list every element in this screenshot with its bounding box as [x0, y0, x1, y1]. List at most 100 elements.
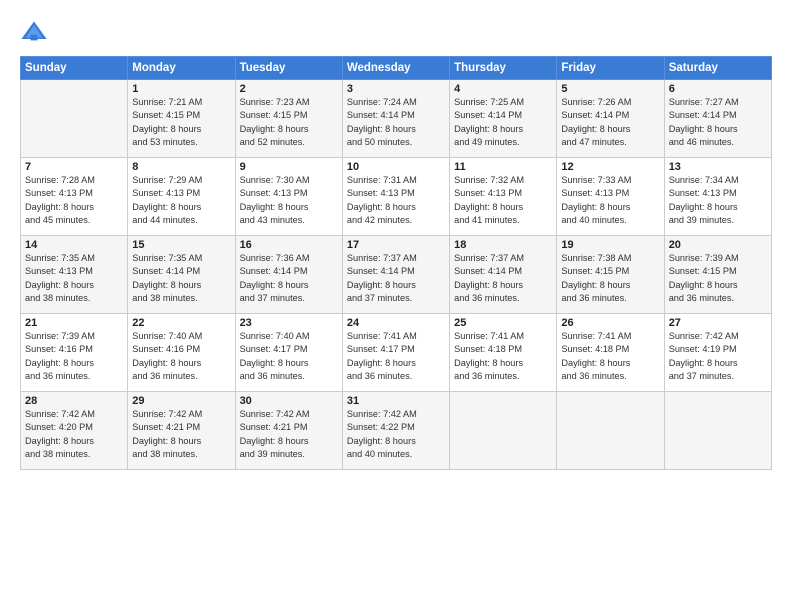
calendar-cell: 10Sunrise: 7:31 AM Sunset: 4:13 PM Dayli…	[342, 158, 449, 236]
calendar-cell: 18Sunrise: 7:37 AM Sunset: 4:14 PM Dayli…	[450, 236, 557, 314]
calendar-cell: 6Sunrise: 7:27 AM Sunset: 4:14 PM Daylig…	[664, 80, 771, 158]
calendar-cell: 31Sunrise: 7:42 AM Sunset: 4:22 PM Dayli…	[342, 392, 449, 470]
day-number: 21	[25, 317, 123, 329]
day-number: 7	[25, 161, 123, 173]
day-number: 24	[347, 317, 445, 329]
weekday-header: Sunday	[21, 57, 128, 80]
day-number: 18	[454, 239, 552, 251]
day-info: Sunrise: 7:40 AM Sunset: 4:17 PM Dayligh…	[240, 330, 338, 383]
day-info: Sunrise: 7:42 AM Sunset: 4:19 PM Dayligh…	[669, 330, 767, 383]
calendar-week-row: 14Sunrise: 7:35 AM Sunset: 4:13 PM Dayli…	[21, 236, 772, 314]
day-info: Sunrise: 7:32 AM Sunset: 4:13 PM Dayligh…	[454, 174, 552, 227]
day-number: 5	[561, 83, 659, 95]
day-info: Sunrise: 7:39 AM Sunset: 4:15 PM Dayligh…	[669, 252, 767, 305]
day-number: 19	[561, 239, 659, 251]
day-info: Sunrise: 7:21 AM Sunset: 4:15 PM Dayligh…	[132, 96, 230, 149]
day-number: 9	[240, 161, 338, 173]
day-info: Sunrise: 7:28 AM Sunset: 4:13 PM Dayligh…	[25, 174, 123, 227]
logo	[20, 18, 52, 46]
day-number: 23	[240, 317, 338, 329]
calendar-cell: 11Sunrise: 7:32 AM Sunset: 4:13 PM Dayli…	[450, 158, 557, 236]
day-info: Sunrise: 7:29 AM Sunset: 4:13 PM Dayligh…	[132, 174, 230, 227]
day-info: Sunrise: 7:40 AM Sunset: 4:16 PM Dayligh…	[132, 330, 230, 383]
day-info: Sunrise: 7:41 AM Sunset: 4:18 PM Dayligh…	[561, 330, 659, 383]
calendar-cell: 22Sunrise: 7:40 AM Sunset: 4:16 PM Dayli…	[128, 314, 235, 392]
calendar-cell: 16Sunrise: 7:36 AM Sunset: 4:14 PM Dayli…	[235, 236, 342, 314]
day-info: Sunrise: 7:30 AM Sunset: 4:13 PM Dayligh…	[240, 174, 338, 227]
weekday-header: Saturday	[664, 57, 771, 80]
calendar-week-row: 7Sunrise: 7:28 AM Sunset: 4:13 PM Daylig…	[21, 158, 772, 236]
day-number: 28	[25, 395, 123, 407]
day-number: 26	[561, 317, 659, 329]
day-number: 25	[454, 317, 552, 329]
calendar-cell: 19Sunrise: 7:38 AM Sunset: 4:15 PM Dayli…	[557, 236, 664, 314]
header	[20, 18, 772, 46]
calendar-cell: 9Sunrise: 7:30 AM Sunset: 4:13 PM Daylig…	[235, 158, 342, 236]
day-number: 20	[669, 239, 767, 251]
day-number: 6	[669, 83, 767, 95]
calendar-cell	[21, 80, 128, 158]
day-number: 4	[454, 83, 552, 95]
calendar-cell: 1Sunrise: 7:21 AM Sunset: 4:15 PM Daylig…	[128, 80, 235, 158]
calendar-cell: 2Sunrise: 7:23 AM Sunset: 4:15 PM Daylig…	[235, 80, 342, 158]
calendar-cell: 25Sunrise: 7:41 AM Sunset: 4:18 PM Dayli…	[450, 314, 557, 392]
calendar-cell	[664, 392, 771, 470]
day-info: Sunrise: 7:41 AM Sunset: 4:17 PM Dayligh…	[347, 330, 445, 383]
calendar-cell: 5Sunrise: 7:26 AM Sunset: 4:14 PM Daylig…	[557, 80, 664, 158]
calendar-cell: 3Sunrise: 7:24 AM Sunset: 4:14 PM Daylig…	[342, 80, 449, 158]
day-info: Sunrise: 7:42 AM Sunset: 4:21 PM Dayligh…	[132, 408, 230, 461]
day-info: Sunrise: 7:36 AM Sunset: 4:14 PM Dayligh…	[240, 252, 338, 305]
calendar-cell: 28Sunrise: 7:42 AM Sunset: 4:20 PM Dayli…	[21, 392, 128, 470]
weekday-header: Monday	[128, 57, 235, 80]
weekday-header: Tuesday	[235, 57, 342, 80]
day-info: Sunrise: 7:34 AM Sunset: 4:13 PM Dayligh…	[669, 174, 767, 227]
calendar-cell: 8Sunrise: 7:29 AM Sunset: 4:13 PM Daylig…	[128, 158, 235, 236]
day-number: 13	[669, 161, 767, 173]
calendar-cell	[557, 392, 664, 470]
day-info: Sunrise: 7:42 AM Sunset: 4:22 PM Dayligh…	[347, 408, 445, 461]
calendar-cell	[450, 392, 557, 470]
day-number: 29	[132, 395, 230, 407]
calendar-cell: 26Sunrise: 7:41 AM Sunset: 4:18 PM Dayli…	[557, 314, 664, 392]
calendar-week-row: 1Sunrise: 7:21 AM Sunset: 4:15 PM Daylig…	[21, 80, 772, 158]
day-info: Sunrise: 7:39 AM Sunset: 4:16 PM Dayligh…	[25, 330, 123, 383]
calendar-cell: 21Sunrise: 7:39 AM Sunset: 4:16 PM Dayli…	[21, 314, 128, 392]
calendar-cell: 24Sunrise: 7:41 AM Sunset: 4:17 PM Dayli…	[342, 314, 449, 392]
day-number: 31	[347, 395, 445, 407]
day-number: 12	[561, 161, 659, 173]
day-info: Sunrise: 7:35 AM Sunset: 4:14 PM Dayligh…	[132, 252, 230, 305]
day-info: Sunrise: 7:31 AM Sunset: 4:13 PM Dayligh…	[347, 174, 445, 227]
day-number: 17	[347, 239, 445, 251]
calendar-cell: 17Sunrise: 7:37 AM Sunset: 4:14 PM Dayli…	[342, 236, 449, 314]
calendar-cell: 12Sunrise: 7:33 AM Sunset: 4:13 PM Dayli…	[557, 158, 664, 236]
day-info: Sunrise: 7:42 AM Sunset: 4:21 PM Dayligh…	[240, 408, 338, 461]
day-number: 15	[132, 239, 230, 251]
day-number: 22	[132, 317, 230, 329]
calendar-cell: 29Sunrise: 7:42 AM Sunset: 4:21 PM Dayli…	[128, 392, 235, 470]
weekday-header: Thursday	[450, 57, 557, 80]
day-info: Sunrise: 7:25 AM Sunset: 4:14 PM Dayligh…	[454, 96, 552, 149]
weekday-header: Wednesday	[342, 57, 449, 80]
day-number: 27	[669, 317, 767, 329]
page: SundayMondayTuesdayWednesdayThursdayFrid…	[0, 0, 792, 612]
day-info: Sunrise: 7:24 AM Sunset: 4:14 PM Dayligh…	[347, 96, 445, 149]
day-info: Sunrise: 7:41 AM Sunset: 4:18 PM Dayligh…	[454, 330, 552, 383]
calendar-cell: 7Sunrise: 7:28 AM Sunset: 4:13 PM Daylig…	[21, 158, 128, 236]
day-number: 16	[240, 239, 338, 251]
day-number: 1	[132, 83, 230, 95]
calendar-cell: 30Sunrise: 7:42 AM Sunset: 4:21 PM Dayli…	[235, 392, 342, 470]
calendar-table: SundayMondayTuesdayWednesdayThursdayFrid…	[20, 56, 772, 470]
day-number: 8	[132, 161, 230, 173]
day-info: Sunrise: 7:27 AM Sunset: 4:14 PM Dayligh…	[669, 96, 767, 149]
calendar-week-row: 28Sunrise: 7:42 AM Sunset: 4:20 PM Dayli…	[21, 392, 772, 470]
calendar-cell: 23Sunrise: 7:40 AM Sunset: 4:17 PM Dayli…	[235, 314, 342, 392]
day-number: 2	[240, 83, 338, 95]
day-number: 30	[240, 395, 338, 407]
day-number: 3	[347, 83, 445, 95]
day-info: Sunrise: 7:38 AM Sunset: 4:15 PM Dayligh…	[561, 252, 659, 305]
calendar-cell: 20Sunrise: 7:39 AM Sunset: 4:15 PM Dayli…	[664, 236, 771, 314]
calendar-cell: 15Sunrise: 7:35 AM Sunset: 4:14 PM Dayli…	[128, 236, 235, 314]
calendar-cell: 4Sunrise: 7:25 AM Sunset: 4:14 PM Daylig…	[450, 80, 557, 158]
calendar-week-row: 21Sunrise: 7:39 AM Sunset: 4:16 PM Dayli…	[21, 314, 772, 392]
day-info: Sunrise: 7:42 AM Sunset: 4:20 PM Dayligh…	[25, 408, 123, 461]
